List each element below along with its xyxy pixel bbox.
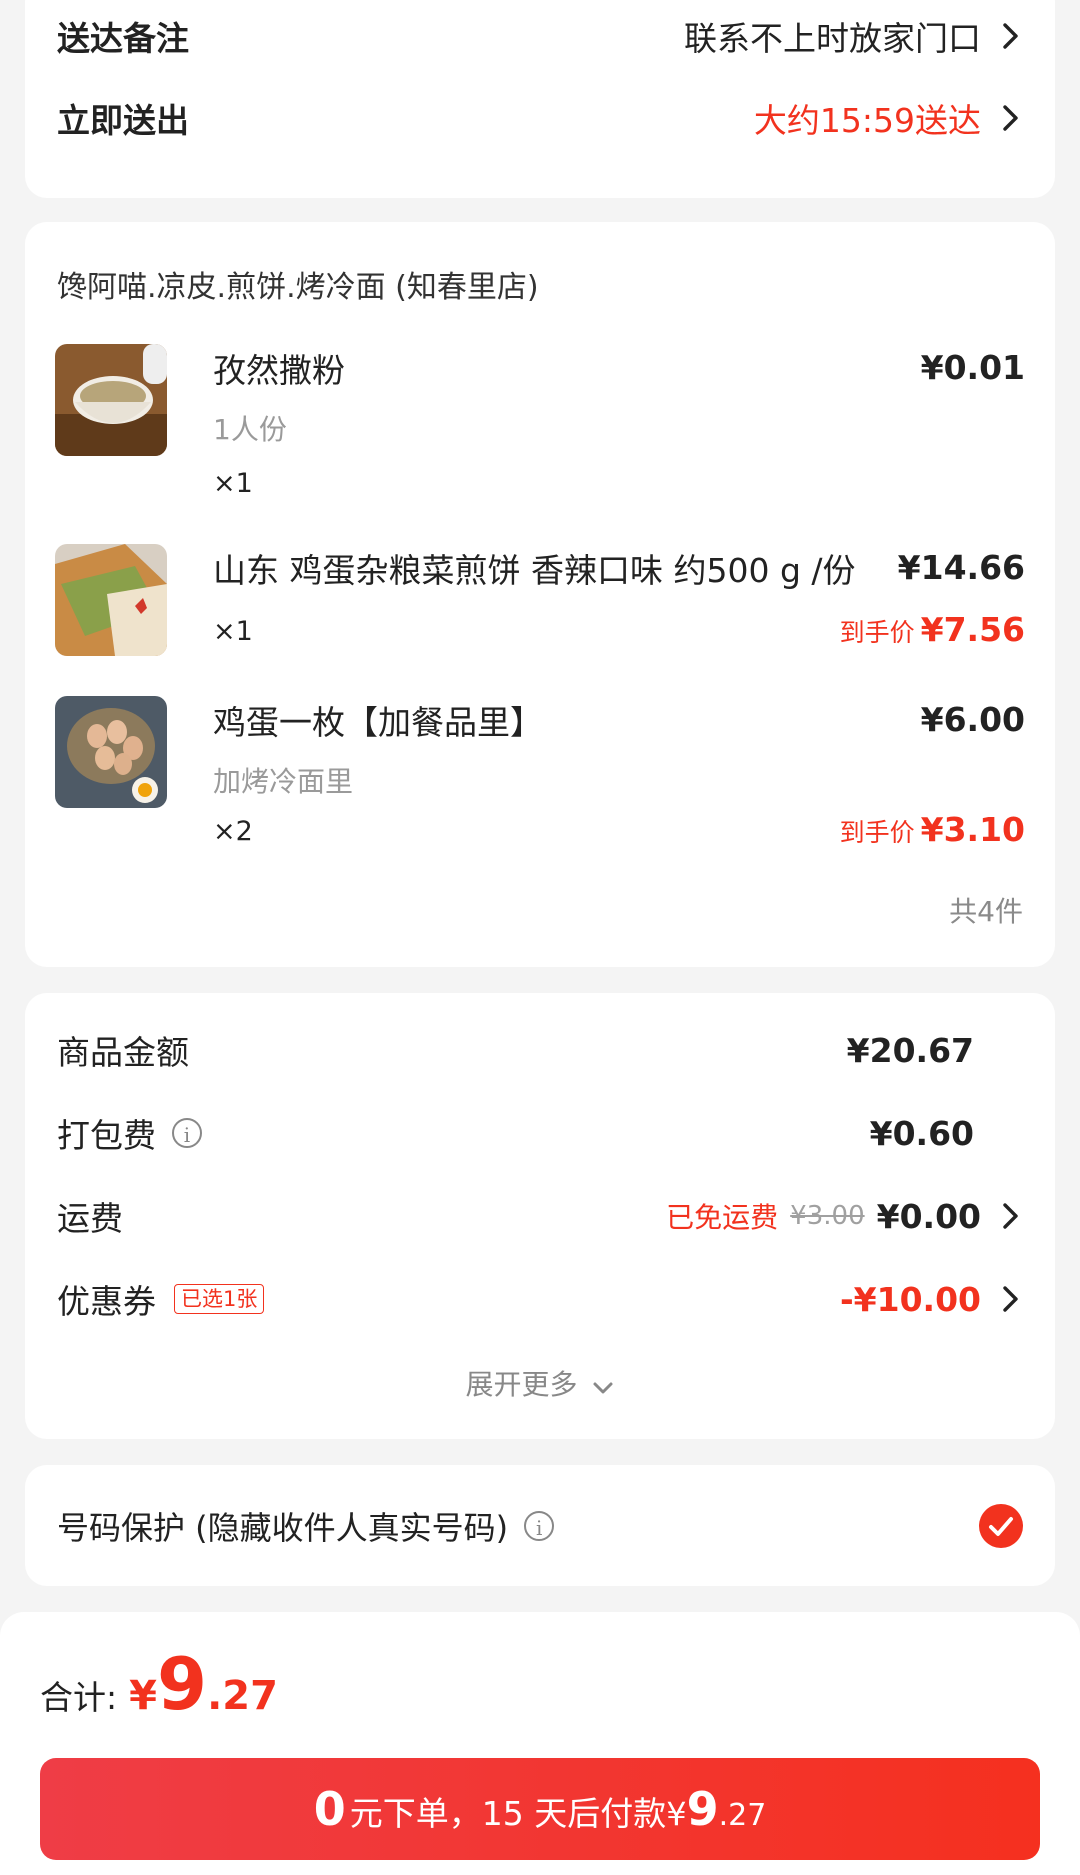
checked-checkbox[interactable] <box>979 1504 1023 1548</box>
deal-price: ¥7.56 <box>920 610 1025 649</box>
delivery-note-row[interactable]: 送达备注 联系不上时放家门口 <box>57 16 1023 58</box>
info-icon[interactable]: i <box>172 1118 202 1148</box>
eggs-basket-icon <box>55 696 167 808</box>
coupon-value: -¥10.00 <box>839 1279 981 1319</box>
delivery-note-label: 送达备注 <box>57 19 189 58</box>
expand-more-button[interactable]: 展开更多 <box>25 1363 1055 1403</box>
item-price: ¥6.00 <box>920 700 1025 739</box>
btn-decimal: .27 <box>718 1798 767 1833</box>
chevron-right-icon <box>997 21 1023 51</box>
number-protection-label: 号码保护 (隐藏收件人真实号码) <box>57 1509 509 1547</box>
item-spec: 1人份 <box>213 413 287 446</box>
packing-fee-value: ¥0.60 <box>869 1113 974 1153</box>
item-price: ¥0.01 <box>920 348 1025 387</box>
store-name[interactable]: 馋阿喵.凉皮.煎饼.烤冷面 (知春里店) <box>57 262 539 306</box>
btn-zero: 0 <box>313 1782 346 1836</box>
coupon-row[interactable]: 优惠券 已选1张 -¥10.00 <box>57 1278 1023 1321</box>
free-shipping-label: 已免运费 <box>666 1201 779 1234</box>
delivery-note-value: 联系不上时放家门口 <box>684 19 981 58</box>
shipping-fee-label: 运费 <box>57 1199 123 1238</box>
chevron-right-icon <box>997 1201 1023 1231</box>
item-quantity: ×1 <box>213 468 253 499</box>
expand-more-label: 展开更多 <box>465 1368 578 1401</box>
delivery-card: 送达备注 联系不上时放家门口 立即送出 大约15:59送达 <box>25 0 1055 198</box>
goods-amount-value: ¥20.67 <box>846 1030 974 1070</box>
item-total-count: 共4件 <box>949 895 1023 928</box>
total-decimal: .27 <box>207 1673 278 1719</box>
list-item[interactable]: 鸡蛋一枚【加餐品里】 ¥6.00 加烤冷面里 ×2 到手价 ¥3.10 <box>55 696 1025 849</box>
delivery-time-row[interactable]: 立即送出 大约15:59送达 <box>57 98 1023 140</box>
total-label: 合计: <box>40 1678 118 1717</box>
shipping-fee-row[interactable]: 运费 已免运费 ¥3.00 ¥0.00 <box>57 1195 1023 1238</box>
send-now-label: 立即送出 <box>57 101 189 140</box>
eta-value: 大约15:59送达 <box>753 101 981 140</box>
goods-amount-label: 商品金额 <box>57 1033 189 1072</box>
btn-text: 元下单，15 天后付款 <box>349 1794 667 1833</box>
number-protection-card: 号码保护 (隐藏收件人真实号码) i <box>25 1465 1055 1586</box>
original-shipping-fee: ¥3.00 <box>790 1201 865 1231</box>
item-quantity: ×1 <box>213 616 253 647</box>
chevron-right-icon <box>997 1284 1023 1314</box>
list-item[interactable]: 山东 鸡蛋杂粮菜煎饼 香辣口味 约500 g /份 ¥14.66 ×1 到手价 ¥… <box>55 544 1025 656</box>
chevron-right-icon <box>997 103 1023 133</box>
fees-card: 商品金额 ¥20.67 打包费 i ¥0.60 运费 已免运费 ¥3.00 ¥0… <box>25 993 1055 1439</box>
item-spec: 加烤冷面里 <box>213 765 354 798</box>
list-item[interactable]: 孜然撒粉 ¥0.01 1人份 ×1 <box>55 344 1025 499</box>
item-name: 山东 鸡蛋杂粮菜煎饼 香辣口味 约500 g /份 <box>213 551 856 590</box>
item-deal-price: 到手价 ¥3.10 <box>840 810 1025 849</box>
checkout-bar: 合计: ¥ 9 .27 0 元下单，15 天后付款 ¥ 9 .27 <box>0 1612 1080 1875</box>
total-currency: ¥ <box>129 1673 157 1719</box>
total-integer: 9 <box>156 1642 208 1726</box>
pay-later-button[interactable]: 0 元下单，15 天后付款 ¥ 9 .27 <box>40 1758 1040 1860</box>
item-name: 鸡蛋一枚【加餐品里】 <box>213 703 543 742</box>
deal-price: ¥3.10 <box>920 810 1025 849</box>
btn-currency: ¥ <box>666 1795 687 1833</box>
packing-fee-row: 打包费 i ¥0.60 <box>57 1112 1023 1156</box>
item-deal-price: 到手价 ¥7.56 <box>840 610 1025 649</box>
coupon-selected-badge: 已选1张 <box>174 1284 265 1314</box>
deal-label: 到手价 <box>839 818 915 847</box>
goods-amount-row: 商品金额 ¥20.67 <box>57 1029 1023 1073</box>
jianbing-pancake-icon <box>55 544 167 656</box>
deal-label: 到手价 <box>839 618 915 647</box>
packing-fee-label: 打包费 <box>57 1116 156 1155</box>
chevron-down-icon <box>592 1370 614 1403</box>
pay-later-label: 0 元下单，15 天后付款 ¥ 9 .27 <box>314 1782 767 1836</box>
item-quantity: ×2 <box>213 816 253 847</box>
item-name: 孜然撒粉 <box>213 351 345 390</box>
shipping-fee-value: ¥0.00 <box>876 1196 981 1236</box>
order-confirm-page: 送达备注 联系不上时放家门口 立即送出 大约15:59送达 馋阿喵.凉皮.煎饼.… <box>0 0 1080 1875</box>
coupon-label: 优惠券 <box>57 1282 156 1321</box>
seasoning-powder-icon <box>55 344 167 456</box>
order-total: 合计: ¥ 9 .27 <box>40 1648 278 1720</box>
btn-integer: 9 <box>686 1782 719 1836</box>
number-protection-row[interactable]: 号码保护 (隐藏收件人真实号码) i <box>57 1503 1023 1549</box>
info-icon[interactable]: i <box>524 1511 555 1541</box>
item-price: ¥14.66 <box>897 548 1025 587</box>
order-items-card: 馋阿喵.凉皮.煎饼.烤冷面 (知春里店) 孜然撒粉 ¥0.01 1人份 ×1 山… <box>25 222 1055 967</box>
